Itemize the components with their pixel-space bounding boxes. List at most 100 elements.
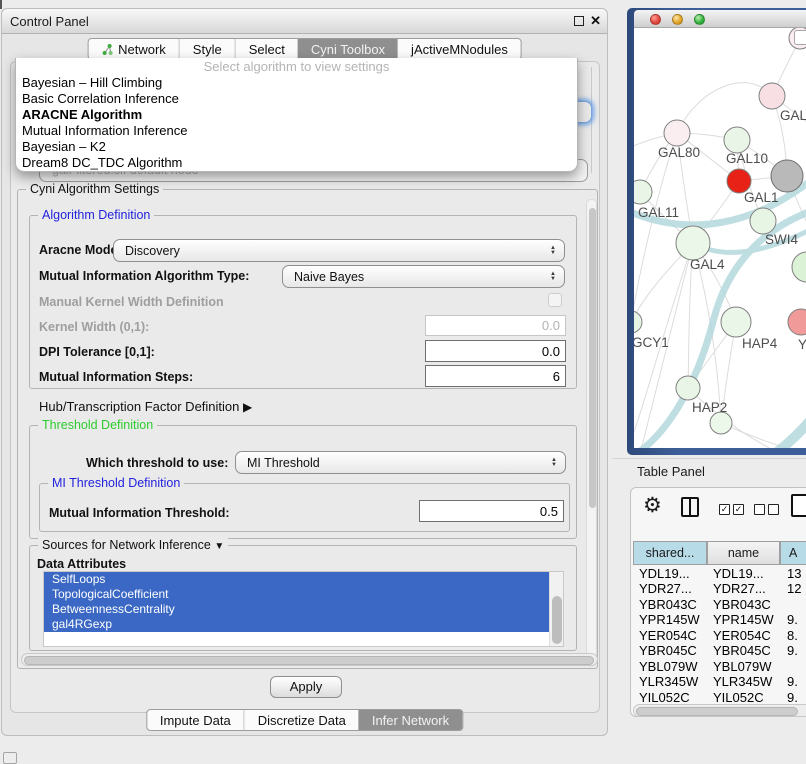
collapsed-panel-grip[interactable] — [3, 752, 17, 764]
apply-button[interactable]: Apply — [270, 676, 342, 698]
network-canvas[interactable]: GAL GAL80 GAL10 GAL1 GAL11 SWI4 GAL4 GCY… — [634, 28, 806, 448]
table-cell[interactable]: YDR27... — [639, 581, 692, 596]
algorithm-option[interactable]: Dream8 DC_TDC Algorithm — [16, 155, 577, 171]
node-bottom[interactable] — [710, 412, 732, 434]
tab-discretize-data[interactable]: Discretize Data — [244, 710, 359, 730]
node-gal-pink[interactable] — [759, 83, 785, 109]
attribute-item[interactable]: TopologicalCoefficient — [44, 587, 549, 602]
table-cell[interactable]: YPR145W — [639, 612, 700, 627]
tab-impute-data[interactable]: Impute Data — [147, 710, 244, 730]
node-gal4[interactable] — [676, 226, 710, 260]
attribute-item[interactable]: SelfLoops — [44, 572, 549, 587]
node-right-partial[interactable] — [792, 252, 806, 282]
float-panel-icon[interactable] — [574, 16, 584, 26]
table-cell[interactable]: YBL079W — [639, 659, 698, 674]
table-cell[interactable]: 13 — [787, 566, 801, 581]
node-gal11[interactable] — [634, 180, 652, 204]
table-cell[interactable]: YDR27... — [713, 581, 766, 596]
tab-infer-network[interactable]: Infer Network — [359, 710, 462, 730]
manual-kernel-checkbox[interactable] — [548, 293, 562, 307]
control-panel-title: Control Panel — [2, 14, 89, 29]
table-cell[interactable]: YIL052C — [639, 690, 690, 704]
close-icon[interactable]: ✕ — [590, 13, 601, 29]
node-gcy1[interactable] — [634, 311, 642, 333]
table-cell[interactable]: YLR345W — [639, 674, 698, 689]
sources-group-title[interactable]: Sources for Network Inference ▼ — [38, 538, 228, 552]
table-cell[interactable]: 9. — [787, 690, 798, 704]
close-traffic-light[interactable] — [650, 14, 661, 25]
tab-style[interactable]: Style — [179, 39, 235, 59]
node-hap4[interactable] — [721, 307, 751, 337]
table-cell[interactable]: YBR043C — [639, 597, 697, 612]
aracne-mode-combo[interactable]: Discovery ▲▼ — [113, 239, 565, 262]
node-swi4[interactable] — [750, 208, 776, 234]
attribute-item[interactable]: BetweennessCentrality — [44, 602, 549, 617]
table-cell[interactable]: YDL19... — [639, 566, 690, 581]
table-horizontal-scrollbar[interactable] — [633, 704, 806, 717]
tab-select[interactable]: Select — [235, 39, 298, 59]
checked-checkbox-icon[interactable]: ✓ — [719, 504, 730, 515]
table-cell[interactable]: 9. — [787, 674, 798, 689]
kernel-width-input[interactable] — [425, 315, 566, 336]
mi-steps-input[interactable] — [425, 365, 566, 387]
table-cell[interactable]: YLR345W — [713, 674, 772, 689]
table-cell[interactable]: YPR145W — [713, 612, 774, 627]
table-cell[interactable]: YDL19... — [713, 566, 764, 581]
node-hap2[interactable] — [676, 376, 700, 400]
node-gray[interactable] — [771, 160, 803, 192]
which-threshold-combo[interactable]: MI Threshold ▲▼ — [235, 451, 566, 474]
table-horizontal-scrollbar-thumb[interactable] — [636, 707, 798, 716]
unchecked-checkbox-icon[interactable] — [768, 504, 779, 515]
hub-definition-toggle[interactable]: Hub/Transcription Factor Definition ▶ — [39, 399, 252, 414]
attribute-item[interactable]: gal4RGexp — [44, 617, 549, 632]
split-columns-icon[interactable] — [681, 497, 699, 517]
settings-vertical-scrollbar[interactable] — [586, 199, 597, 661]
tab-jactivemnodules[interactable]: jActiveMNodules — [398, 39, 521, 59]
control-panel-window: Control Panel ✕ Network Style Select Cyn… — [1, 8, 608, 736]
settings-vertical-scrollbar-thumb[interactable] — [589, 208, 596, 508]
threshold-definition-title: Threshold Definition — [38, 418, 157, 432]
table-cell[interactable]: YBL079W — [713, 659, 772, 674]
table-cell[interactable]: YIL052C — [713, 690, 764, 704]
tab-style-label: Style — [193, 42, 222, 57]
algorithm-option[interactable]: Mutual Information Inference — [16, 123, 577, 139]
node-gal80[interactable] — [664, 120, 690, 146]
table-cell[interactable]: YBR045C — [639, 643, 697, 658]
table-cell[interactable]: 9. — [787, 643, 798, 658]
combo-stepper-icon: ▲▼ — [551, 458, 557, 468]
table-cell[interactable]: YER054C — [713, 628, 771, 643]
algorithm-option[interactable]: Bayesian – K2 — [16, 139, 577, 155]
table-cell[interactable]: 12 — [787, 581, 801, 596]
gear-icon[interactable]: ⚙ — [643, 493, 662, 518]
minimize-traffic-light[interactable] — [672, 14, 683, 25]
table-cell[interactable]: 8. — [787, 628, 798, 643]
mi-threshold-group-title: MI Threshold Definition — [48, 476, 184, 490]
zoom-traffic-light[interactable] — [694, 14, 705, 25]
node-gal10[interactable] — [724, 127, 750, 153]
algorithm-option[interactable]: Basic Correlation Inference — [16, 91, 577, 107]
node-salmon[interactable] — [788, 309, 806, 335]
table-cell[interactable]: 9. — [787, 612, 798, 627]
checked-checkbox-icon[interactable]: ✓ — [733, 504, 744, 515]
column-header-shared[interactable]: shared... — [633, 541, 707, 565]
tab-network[interactable]: Network — [88, 39, 179, 59]
table-cell[interactable]: YER054C — [639, 628, 697, 643]
mi-type-combo[interactable]: Naive Bayes ▲▼ — [282, 265, 565, 288]
settings-horizontal-scrollbar[interactable] — [21, 653, 598, 666]
algorithm-option[interactable]: Bayesian – Hill Climbing — [16, 75, 577, 91]
dpi-tolerance-input[interactable] — [425, 340, 566, 362]
document-icon[interactable] — [791, 494, 806, 517]
attribute-list-scrollbar-thumb[interactable] — [552, 596, 562, 644]
algorithm-option-selected[interactable]: ARACNE Algorithm — [16, 107, 577, 123]
unchecked-checkbox-icon[interactable] — [754, 504, 765, 515]
canvas-corner-widget[interactable] — [794, 30, 806, 45]
settings-horizontal-scrollbar-thumb[interactable] — [24, 656, 594, 665]
panel-splitter[interactable] — [612, 458, 806, 459]
table-cell[interactable]: YBR045C — [713, 643, 771, 658]
table-cell[interactable]: YBR043C — [713, 597, 771, 612]
column-header-name[interactable]: name — [707, 541, 780, 565]
mi-threshold-input[interactable] — [419, 500, 564, 522]
attribute-list-scrollbar[interactable] — [549, 572, 563, 646]
column-header-partial[interactable]: A — [780, 541, 806, 565]
tab-cyni-toolbox[interactable]: Cyni Toolbox — [298, 39, 398, 59]
